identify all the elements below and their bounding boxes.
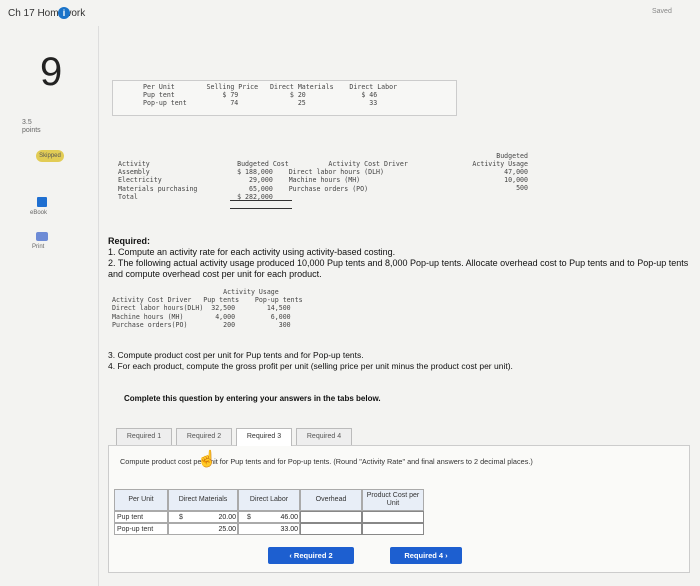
pop-up-tent-product-cost-input[interactable] <box>362 523 424 535</box>
row-label-pup-tent: Pup tent <box>114 511 168 523</box>
required-item-4: 4. For each product, compute the gross p… <box>108 361 513 371</box>
activity-cost-table: Activity Budgeted Cost Activity Cost Dri… <box>118 160 408 201</box>
pop-up-tent-dm: 25.00 <box>218 526 236 533</box>
pop-up-tent-dl: 33.00 <box>280 526 298 533</box>
ebook-link[interactable]: eBook <box>30 210 47 216</box>
prev-required-button[interactable]: ‹ Required 2 <box>268 547 354 564</box>
complete-instruction: Complete this question by entering your … <box>124 394 381 403</box>
tab-required-4[interactable]: Required 4 <box>296 428 352 446</box>
pup-tent-product-cost-input[interactable] <box>362 511 424 523</box>
ebook-icon[interactable] <box>37 197 47 207</box>
pup-tent-dm: 20.00 <box>218 514 236 521</box>
next-required-button[interactable]: Required 4 › <box>390 547 462 564</box>
tab-required-2[interactable]: Required 2 <box>176 428 232 446</box>
required-item-1: 1. Compute an activity rate for each act… <box>108 247 396 257</box>
saved-status: Saved <box>652 8 672 15</box>
price-table: Per Unit Selling Price Direct Materials … <box>112 80 457 116</box>
required-item-3: 3. Compute product cost per unit for Pup… <box>108 350 364 360</box>
row-label-pop-up-tent: Pop-up tent <box>114 523 168 535</box>
usage-header: Budgeted Activity Usage <box>472 152 528 169</box>
tab-required-1[interactable]: Required 1 <box>116 428 172 446</box>
question-number: 9 <box>40 50 63 94</box>
sidebar-divider <box>98 26 99 586</box>
pup-tent-dl: 46.00 <box>280 514 298 521</box>
assignment-title: Ch 17 Homework <box>8 8 86 19</box>
pop-up-tent-overhead-input[interactable] <box>300 523 362 535</box>
pup-tent-overhead-input[interactable] <box>300 511 362 523</box>
print-link[interactable]: Print <box>32 244 44 250</box>
col-direct-materials: Direct Materials <box>168 489 238 511</box>
total-double-rule <box>230 208 292 209</box>
requirements-3-4: 3. Compute product cost per unit for Pup… <box>108 350 688 372</box>
price-table-text: Per Unit Selling Price Direct Materials … <box>143 83 398 108</box>
col-per-unit: Per Unit <box>114 489 168 511</box>
hand-cursor-icon: ☝ <box>197 451 217 468</box>
usage-values: 47,000 10,000 500 <box>504 168 528 193</box>
print-icon[interactable] <box>36 232 48 241</box>
tab-required-3[interactable]: Required 3 <box>236 428 292 446</box>
points-label: 3.5 points <box>22 119 41 134</box>
actual-usage-table: Activity Usage Activity Cost Driver Pup … <box>112 288 303 329</box>
skipped-badge: Skipped <box>36 150 64 162</box>
info-icon[interactable]: i <box>58 7 70 19</box>
required-item-2: 2. The following actual activity usage p… <box>108 258 689 279</box>
col-direct-labor: Direct Labor <box>238 489 300 511</box>
requirements: Required: 1. Compute an activity rate fo… <box>108 236 693 280</box>
subtotal-rule <box>230 200 292 201</box>
required-heading: Required: <box>108 236 151 246</box>
col-overhead: Overhead <box>300 489 362 511</box>
col-product-cost: Product Cost per Unit <box>362 489 424 511</box>
